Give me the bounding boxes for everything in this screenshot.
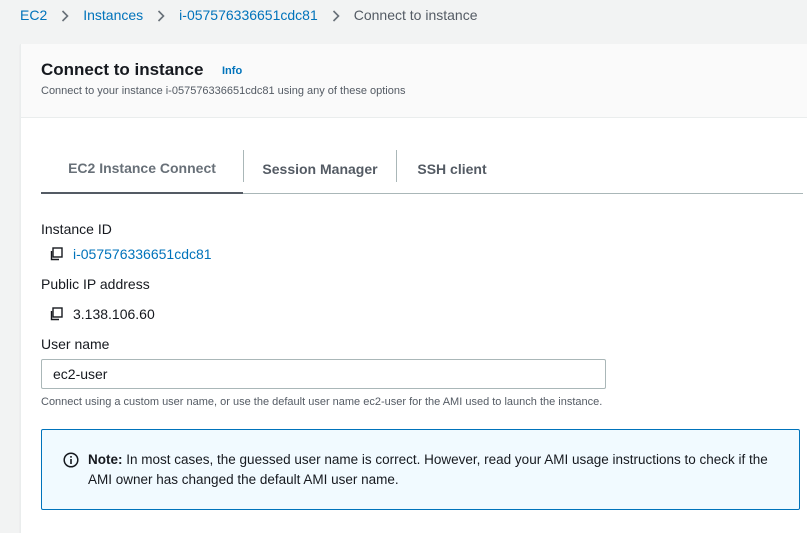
page-subtitle: Connect to your instance i-057576336651c… [41, 85, 406, 97]
public-ip-row: 3.138.106.60 [49, 306, 155, 322]
tab-ec2-instance-connect[interactable]: EC2 Instance Connect [41, 144, 243, 194]
user-name-hint: Connect using a custom user name, or use… [41, 396, 603, 408]
user-name-label: User name [41, 336, 110, 352]
copy-icon[interactable] [49, 307, 63, 321]
breadcrumb-current: Connect to instance [353, 7, 478, 23]
chevron-right-icon [143, 8, 179, 23]
connection-tabs: EC2 Instance Connect Session Manager SSH… [41, 144, 803, 194]
chevron-right-icon [318, 8, 354, 23]
breadcrumb-ec2[interactable]: EC2 [20, 7, 47, 23]
user-name-input[interactable] [41, 359, 606, 389]
breadcrumb-instances[interactable]: Instances [83, 7, 143, 23]
note-text: Note: In most cases, the guessed user na… [88, 450, 788, 490]
note-prefix: Note: [88, 452, 123, 467]
info-circle-icon [63, 452, 79, 468]
breadcrumb-instance-id[interactable]: i-057576336651cdc81 [179, 7, 318, 23]
copy-icon[interactable] [49, 247, 63, 261]
public-ip-value: 3.138.106.60 [73, 306, 155, 322]
panel-header: Connect to instance Info Connect to your… [21, 44, 807, 118]
chevron-right-icon [47, 8, 83, 23]
left-gutter [0, 30, 20, 533]
page-title: Connect to instance [41, 60, 204, 79]
instance-id-value[interactable]: i-057576336651cdc81 [73, 246, 212, 262]
connect-panel: Connect to instance Info Connect to your… [20, 44, 807, 533]
instance-id-row: i-057576336651cdc81 [49, 246, 212, 262]
note-alert: Note: In most cases, the guessed user na… [41, 429, 800, 510]
instance-id-label: Instance ID [41, 221, 112, 237]
tab-session-manager[interactable]: Session Manager [244, 144, 396, 193]
note-body: In most cases, the guessed user name is … [88, 452, 768, 487]
public-ip-label: Public IP address [41, 276, 150, 292]
tab-ssh-client[interactable]: SSH client [397, 144, 507, 193]
info-link[interactable]: Info [222, 65, 242, 77]
breadcrumb: EC2 Instances i-057576336651cdc81 Connec… [0, 0, 807, 30]
